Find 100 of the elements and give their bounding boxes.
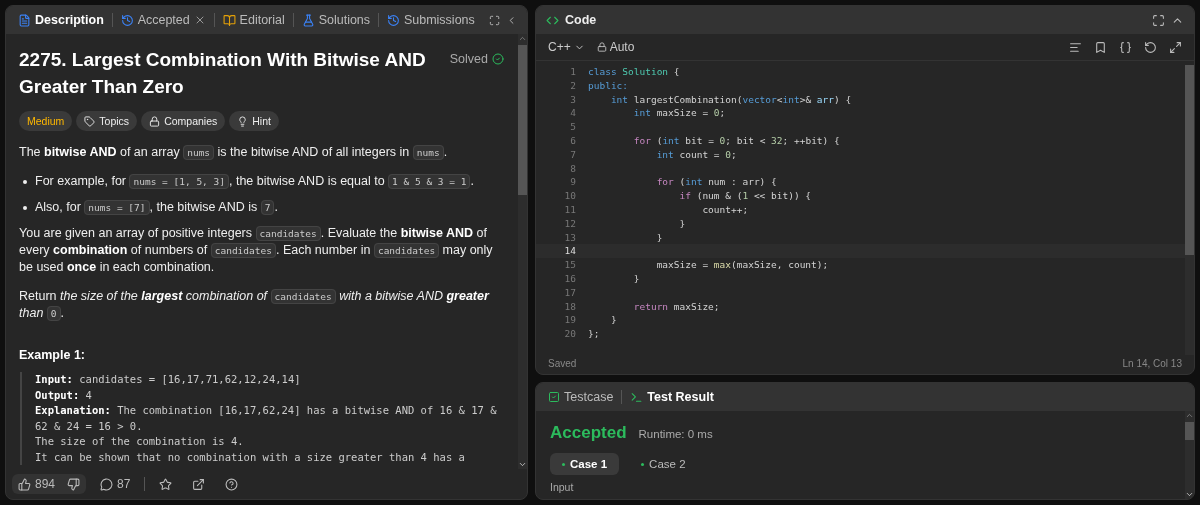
format-icon[interactable] (1069, 40, 1082, 54)
flask-icon (301, 13, 315, 27)
line-number: 9 (569, 175, 577, 190)
line-number: 18 (563, 299, 577, 314)
code-line: int maxSize = 0; (632, 106, 726, 121)
line-number: 15 (563, 258, 577, 272)
scroll-up-icon[interactable] (518, 34, 527, 43)
code-line: } (655, 230, 663, 245)
example-line: Output: 4 (35, 387, 93, 403)
language-select[interactable]: C++ (548, 40, 585, 54)
document-icon (18, 13, 31, 27)
example-line: It can be shown that no combination with a size greater than 4 has a (35, 449, 466, 465)
scrollbar[interactable] (518, 34, 527, 469)
line-number: 11 (563, 202, 577, 217)
tab[interactable]: Testcase (546, 388, 616, 406)
scrollbar[interactable] (1185, 411, 1194, 499)
scroll-up-icon[interactable] (1185, 411, 1194, 420)
line-number: 17 (563, 285, 577, 300)
example-heading: Example 1: (19, 348, 86, 362)
tag-chip[interactable]: Hint (229, 111, 279, 131)
save-status: Saved (548, 358, 577, 369)
scroll-down-icon[interactable] (1185, 490, 1194, 499)
verdict: Accepted (550, 423, 627, 443)
code-line: class Solution { (588, 65, 680, 79)
check-circle-icon (492, 53, 504, 65)
case-tab[interactable]: Case 2 (629, 453, 698, 475)
line-number: 7 (569, 147, 577, 162)
panel-title: Code (565, 13, 597, 27)
line-number: 1 (569, 65, 577, 79)
tab[interactable]: Test Result (628, 388, 716, 406)
problem-title: 2275. Largest Combination With Bitwise AND Greater Than Zero (19, 48, 427, 99)
tab[interactable]: Editorial (220, 11, 287, 29)
tab[interactable]: Submissions (384, 11, 477, 29)
line-number: 2 (569, 78, 577, 93)
thumbs-down-icon (67, 477, 81, 491)
expand-icon[interactable] (1169, 40, 1182, 54)
scrollbar-thumb[interactable] (1185, 65, 1194, 255)
bullet-text: For example, for nums = [1, 5, 3] , the bitwise AND is equal to 1 & 5 & 3 = 1 . (35, 173, 474, 190)
line-number: 8 (569, 161, 577, 176)
code-line: }; (588, 327, 600, 341)
comments-button[interactable]: 87 (94, 474, 137, 494)
line-number: 14 (563, 244, 577, 259)
paragraph: The bitwise AND of an array nums is the bitwise AND of all integers in nums . (19, 144, 449, 161)
bullet-text: Also, for nums = [7] , the bitwise AND is 7 . (35, 199, 278, 216)
line-number: 10 (563, 189, 577, 203)
mode-select[interactable]: Auto (596, 40, 635, 54)
star-icon (159, 477, 173, 491)
line-number: 4 (569, 106, 577, 121)
status-dot (562, 462, 565, 466)
braces-icon[interactable] (1119, 40, 1132, 54)
line-number: 20 (563, 327, 577, 341)
status-dot (641, 462, 645, 466)
lock-icon (596, 42, 607, 52)
paragraph: Return the size of the largest combination of candidates with a bitwise AND greater than 0 . (19, 288, 491, 322)
code-line: return maxSize; (632, 299, 720, 314)
bookmark-icon[interactable] (1094, 40, 1107, 54)
external-link-icon (192, 477, 206, 491)
scroll-down-icon[interactable] (518, 460, 527, 469)
scrollbar-thumb[interactable] (1185, 422, 1194, 440)
scrollbar-thumb[interactable] (518, 45, 527, 195)
history-icon (386, 13, 400, 27)
code-line: public: (588, 78, 629, 93)
reset-icon[interactable] (1144, 40, 1157, 54)
code-line: int count = 0; (655, 147, 737, 162)
code-line: } (678, 216, 686, 231)
code-line: count++; (701, 202, 749, 217)
tab[interactable]: Description (16, 11, 106, 29)
code-line: maxSize = max(maxSize, count); (655, 258, 829, 272)
scrollbar[interactable] (1185, 65, 1194, 355)
example-line: Input: candidates = [16,17,71,62,12,24,14] (35, 372, 302, 387)
fullscreen-icon[interactable] (1152, 13, 1165, 27)
tag-chip[interactable]: Companies (141, 111, 226, 131)
code-line: int largestCombination(vector<int>& arr) { (609, 92, 852, 107)
lock-icon (149, 115, 161, 127)
line-number: 6 (569, 134, 577, 148)
tab[interactable]: Solutions (299, 11, 373, 29)
tab[interactable]: Accepted (118, 11, 208, 29)
line-number: 19 (563, 313, 577, 328)
paragraph: You are given an array of positive integers candidates . Evaluate the bitwise AND of every combination of numbers of candidates . Each number in candidates may only be used once in each combination. (19, 225, 494, 276)
book-icon (222, 13, 236, 27)
code-line: } (632, 271, 640, 286)
solved-status: Solved (449, 52, 488, 66)
code-line: } (609, 313, 617, 328)
runtime: Runtime: 0 ms (638, 428, 713, 440)
example-line: The size of the combination is 4. (35, 434, 245, 449)
lightbulb-icon (237, 115, 249, 127)
section-label: Input (550, 481, 575, 493)
line-number: 12 (563, 216, 577, 231)
fullscreen-icon[interactable] (488, 13, 500, 27)
cursor-position: Ln 14, Col 13 (1122, 358, 1182, 369)
difficulty-tag: Medium (19, 111, 73, 131)
help-icon (225, 477, 239, 491)
terminal-icon (630, 390, 644, 404)
comment-icon (100, 477, 114, 491)
case-tab[interactable]: Case 1 (550, 453, 620, 475)
bullet-dot (23, 206, 27, 210)
line-number: 5 (569, 120, 577, 134)
thumbs-up-icon (18, 477, 31, 491)
example-line: Explanation: The combination [16,17,62,24] has a bitwise AND of 16 & 17 & 62 & 24 = 16 > 0. (35, 403, 498, 434)
tag-chip[interactable]: Topics (76, 111, 138, 131)
